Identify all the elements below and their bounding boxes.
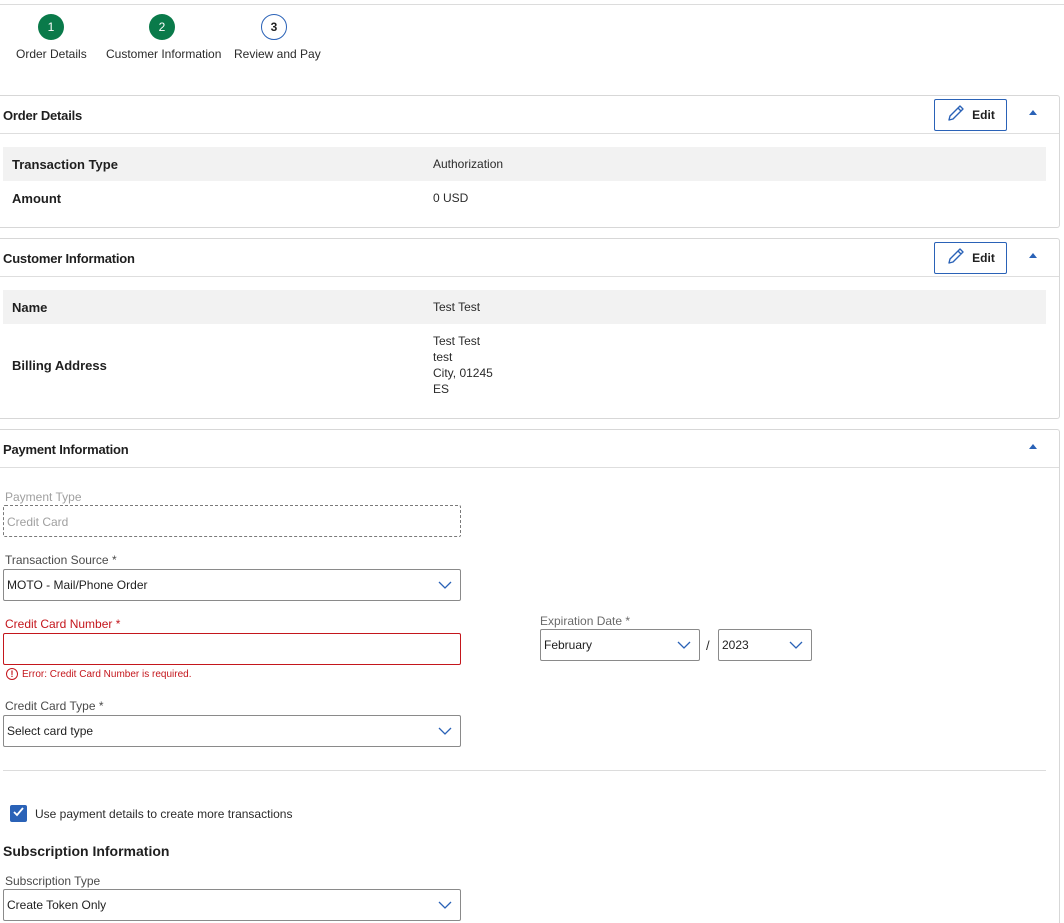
step-2-label: Customer Information xyxy=(106,47,222,61)
payment-type-label: Payment Type xyxy=(5,490,82,504)
card-number-input[interactable] xyxy=(3,633,461,665)
payment-type-value: Credit Card xyxy=(7,515,69,529)
chevron-down-icon xyxy=(438,578,452,597)
address-line: Test Test xyxy=(433,334,481,348)
address-line: City, 01245 xyxy=(433,366,493,380)
chevron-down-icon xyxy=(438,898,452,917)
checkmark-icon xyxy=(12,805,25,823)
address-line: ES xyxy=(433,382,450,396)
order-details-title: Order Details xyxy=(3,108,83,123)
collapse-caret-icon[interactable] xyxy=(1029,110,1037,115)
row-value: 0 USD xyxy=(433,191,469,205)
card-type-select[interactable]: Select card type xyxy=(3,715,461,747)
customer-information-edit-button[interactable]: Edit xyxy=(934,242,1007,274)
step-order-details[interactable]: 1 Order Details xyxy=(16,14,87,61)
expiration-separator: / xyxy=(706,638,710,653)
order-details-panel: Order Details Edit Transaction Type Auth… xyxy=(0,95,1060,228)
step-3-circle: 3 xyxy=(261,14,287,40)
chevron-down-icon xyxy=(677,638,691,657)
step-review-and-pay[interactable]: 3 Review and Pay xyxy=(234,14,321,61)
transaction-source-label: Transaction Source * xyxy=(5,553,117,567)
error-circle-icon: ! xyxy=(6,668,18,680)
collapse-caret-icon[interactable] xyxy=(1029,444,1037,449)
reuse-payment-label[interactable]: Use payment details to create more trans… xyxy=(35,807,292,821)
name-value: Test Test xyxy=(433,300,481,314)
table-row: Name Test Test xyxy=(3,290,1046,324)
row-label: Transaction Type xyxy=(12,157,118,172)
address-line: test xyxy=(433,350,453,364)
payment-information-header: Payment Information xyxy=(0,430,1059,468)
customer-information-header: Customer Information Edit xyxy=(0,239,1059,277)
card-number-error: ! Error: Credit Card Number is required. xyxy=(6,668,192,680)
chevron-down-icon xyxy=(789,638,803,657)
card-type-value: Select card type xyxy=(7,724,94,738)
step-1-circle: 1 xyxy=(38,14,64,40)
subscription-type-label: Subscription Type xyxy=(5,874,101,888)
step-1-label: Order Details xyxy=(16,47,87,61)
row-value: Authorization xyxy=(433,157,504,171)
edit-label: Edit xyxy=(972,251,995,265)
pencil-icon xyxy=(946,103,966,128)
reuse-payment-checkbox[interactable] xyxy=(10,805,27,822)
subscription-type-select[interactable]: Create Token Only xyxy=(3,889,461,921)
billing-address-value: Test Test test City, 01245 ES xyxy=(433,333,493,397)
payment-information-title: Payment Information xyxy=(3,442,129,457)
step-customer-information[interactable]: 2 Customer Information xyxy=(106,14,222,61)
table-row: Transaction Type Authorization xyxy=(3,147,1046,181)
customer-information-panel: Customer Information Edit Name Test Test… xyxy=(0,238,1060,419)
subscription-type-value: Create Token Only xyxy=(7,898,107,912)
card-type-label: Credit Card Type * xyxy=(5,699,104,713)
expiration-month-value: February xyxy=(544,638,593,652)
pencil-icon xyxy=(946,246,966,271)
payment-type-field: Credit Card xyxy=(3,505,461,537)
step-2-circle: 2 xyxy=(149,14,175,40)
row-label: Amount xyxy=(12,191,62,206)
billing-address-label: Billing Address xyxy=(12,358,107,373)
section-divider xyxy=(3,770,1046,771)
card-number-error-text: Error: Credit Card Number is required. xyxy=(22,668,192,680)
name-label: Name xyxy=(12,300,48,315)
table-row: Amount 0 USD xyxy=(3,181,1046,215)
order-details-edit-button[interactable]: Edit xyxy=(934,99,1007,131)
expiration-year-select[interactable]: 2023 xyxy=(718,629,812,661)
card-number-label: Credit Card Number * xyxy=(5,617,121,631)
order-details-header: Order Details Edit xyxy=(0,96,1059,134)
transaction-source-value: MOTO - Mail/Phone Order xyxy=(7,578,148,592)
table-row: Billing Address Test Test test City, 012… xyxy=(3,324,1046,404)
top-divider xyxy=(0,4,1064,5)
expiration-year-value: 2023 xyxy=(722,638,749,652)
customer-information-title: Customer Information xyxy=(3,251,135,266)
chevron-down-icon xyxy=(438,724,452,743)
expiration-month-select[interactable]: February xyxy=(540,629,700,661)
expiration-date-label: Expiration Date * xyxy=(540,614,631,628)
edit-label: Edit xyxy=(972,108,995,122)
transaction-source-select[interactable]: MOTO - Mail/Phone Order xyxy=(3,569,461,601)
subscription-information-title: Subscription Information xyxy=(3,843,170,859)
collapse-caret-icon[interactable] xyxy=(1029,253,1037,258)
step-3-label: Review and Pay xyxy=(234,47,321,61)
